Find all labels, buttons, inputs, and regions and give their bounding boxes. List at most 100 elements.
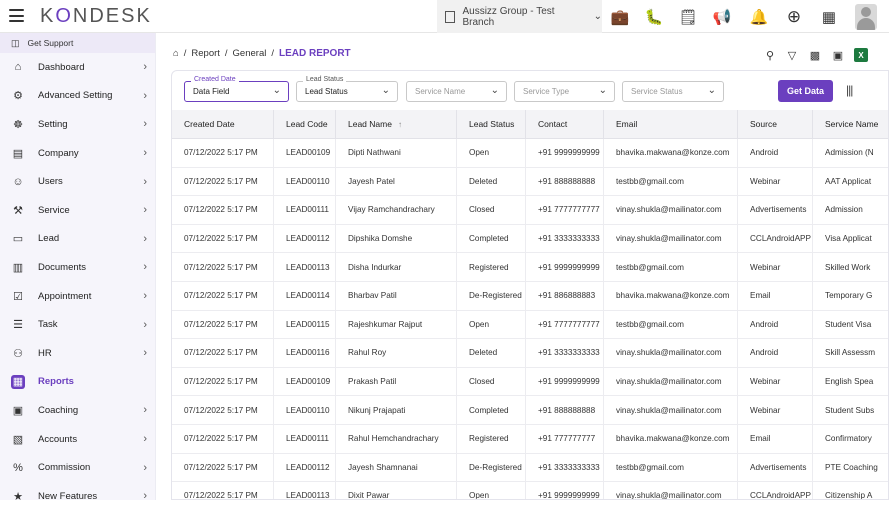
briefcase-icon[interactable]: 💼 bbox=[611, 8, 630, 26]
table-row[interactable]: 07/12/2022 5:17 PM LEAD00114 Bharbav Patil… bbox=[172, 281, 888, 311]
table-row[interactable]: 07/12/2022 5:17 PM LEAD00109 Dipti Nathwan… bbox=[172, 139, 888, 168]
table-row[interactable]: 07/12/2022 5:17 PM LEAD00113 Disha Indurka… bbox=[172, 253, 888, 282]
table-cell: CCLAndroidAPP bbox=[738, 482, 813, 499]
chevron-right-icon: › bbox=[143, 433, 147, 446]
table-cell: Student Subs bbox=[825, 405, 875, 415]
sidebar-item-reports[interactable]: ▦ Reports bbox=[0, 368, 155, 397]
table-cell: +91 9999999999 bbox=[526, 482, 604, 499]
sidebar-item-lead[interactable]: ▭ Lead › bbox=[0, 225, 155, 254]
apps-grid-icon[interactable]: ▦ bbox=[820, 8, 838, 26]
sidebar-item-coaching[interactable]: ▣ Coaching › bbox=[0, 396, 155, 425]
note-icon[interactable]: 🗒 bbox=[678, 8, 697, 26]
avatar[interactable] bbox=[855, 4, 877, 30]
service-type-select[interactable]: Service Type ⌄ bbox=[514, 81, 615, 102]
table-cell: Rajeshkumar Rajput bbox=[336, 310, 457, 339]
column-header[interactable]: Contact bbox=[526, 110, 604, 138]
column-header[interactable]: Lead Code bbox=[274, 110, 336, 138]
sidebar-item-dashboard[interactable]: ⌂ Dashboard › bbox=[0, 53, 155, 82]
star-icon: ★ bbox=[13, 490, 23, 503]
table-cell: LEAD00111 bbox=[274, 196, 336, 224]
bug-icon[interactable]: 🐛 bbox=[645, 8, 664, 26]
column-header[interactable]: Service Name bbox=[813, 110, 888, 138]
table-cell: 07/12/2022 5:17 PM bbox=[172, 139, 274, 167]
column-header[interactable]: Source bbox=[738, 110, 813, 138]
sidebar-item-label: Coaching bbox=[38, 404, 79, 416]
sidebar: ◫ Get Support ⌂ Dashboard › ⚙ Advanced Setti… bbox=[0, 33, 156, 503]
search-icon[interactable]: ⚲ bbox=[763, 48, 777, 62]
table-cell: Open bbox=[457, 139, 526, 167]
bar-chart-icon[interactable]: ▩ bbox=[808, 48, 822, 62]
sidebar-item-appointment[interactable]: ☑ Appointment › bbox=[0, 282, 155, 311]
table-cell: Skill Assessm bbox=[825, 348, 876, 358]
logo[interactable]: KONDESK bbox=[40, 5, 152, 28]
sidebar-item-commission[interactable]: % Commission › bbox=[0, 453, 155, 482]
table-cell: De-Registered bbox=[457, 453, 526, 482]
sidebar-item-documents[interactable]: ▥ Documents › bbox=[0, 253, 155, 282]
home-icon[interactable]: ⌂ bbox=[173, 48, 179, 59]
table-row[interactable]: 07/12/2022 5:17 PM LEAD00112 Jayesh Shamna… bbox=[172, 453, 888, 483]
sort-asc-icon[interactable]: ↑ bbox=[398, 120, 402, 129]
table-cell: Android bbox=[738, 139, 813, 167]
table-cell: 07/12/2022 5:17 PM bbox=[172, 281, 274, 310]
column-header[interactable]: Lead Name ↑ bbox=[336, 110, 457, 138]
coaching-icon: ▣ bbox=[12, 404, 24, 417]
table-cell: 07/12/2022 5:17 PM bbox=[172, 196, 274, 224]
table-cell: LEAD00113 bbox=[274, 253, 336, 281]
sidebar-item-accounts[interactable]: ▧ Accounts › bbox=[0, 425, 155, 454]
table-row[interactable]: 07/12/2022 5:17 PM LEAD00112 Dipshika Doms… bbox=[172, 224, 888, 254]
sidebar-item-users[interactable]: ☺ Users › bbox=[0, 167, 155, 196]
table-row[interactable]: 07/12/2022 5:17 PM LEAD00110 Nikunj Prajap… bbox=[172, 396, 888, 425]
chevron-right-icon: › bbox=[143, 175, 147, 188]
column-header[interactable]: Created Date bbox=[172, 110, 274, 138]
sidebar-item-label: Accounts bbox=[38, 433, 78, 445]
table-row[interactable]: 07/12/2022 5:17 PM LEAD00109 Prakash Patil… bbox=[172, 367, 888, 397]
sidebar-item-hr[interactable]: ⚇ HR › bbox=[0, 339, 155, 368]
calendar-icon[interactable]: ▣ bbox=[831, 48, 845, 62]
table-row[interactable]: 07/12/2022 5:17 PM LEAD00111 Vijay Ramchan… bbox=[172, 196, 888, 225]
sidebar-item-setting[interactable]: ☸ Setting › bbox=[0, 110, 155, 139]
bell-icon[interactable]: 🔔 bbox=[750, 8, 769, 26]
table-cell: Android bbox=[738, 339, 813, 367]
service-status-select[interactable]: Service Status ⌄ bbox=[622, 81, 724, 102]
chevron-down-icon: ⌄ bbox=[707, 85, 716, 96]
hamburger-menu-icon[interactable] bbox=[9, 9, 24, 22]
table-cell: +91 7777777777 bbox=[526, 310, 604, 339]
columns-icon[interactable]: ||| bbox=[846, 83, 853, 97]
table-row[interactable]: 07/12/2022 5:17 PM LEAD00110 Jayesh Patel D… bbox=[172, 167, 888, 197]
table-cell: Advertisements bbox=[738, 196, 813, 224]
sidebar-item-advanced-setting[interactable]: ⚙ Advanced Setting › bbox=[0, 82, 155, 111]
sidebar-item-task[interactable]: ☰ Task › bbox=[0, 310, 155, 339]
table-cell: Closed bbox=[457, 367, 526, 396]
table-cell: LEAD00113 bbox=[274, 482, 336, 499]
service-name-select[interactable]: Service Name ⌄ bbox=[406, 81, 507, 102]
table-cell: Skilled Work bbox=[825, 262, 871, 272]
plus-circle-icon[interactable]: ⊕ bbox=[785, 7, 803, 26]
gear-icon: ⚙ bbox=[13, 90, 23, 103]
table-header: Created Date Lead Code Lead Name ↑ Lead Stat… bbox=[172, 110, 888, 139]
get-data-button[interactable]: Get Data bbox=[778, 80, 833, 102]
get-support-link[interactable]: ◫ Get Support bbox=[0, 33, 155, 53]
breadcrumb-report[interactable]: Report bbox=[191, 48, 220, 59]
column-header[interactable]: Email bbox=[604, 110, 738, 138]
table-cell: Registered bbox=[457, 424, 526, 453]
table-row[interactable]: 07/12/2022 5:17 PM LEAD00111 Rahul Hemchan… bbox=[172, 424, 888, 454]
sidebar-item-service[interactable]: ⚒ Service › bbox=[0, 196, 155, 225]
table-row[interactable]: 07/12/2022 5:17 PM LEAD00113 Dixit Pawar Op… bbox=[172, 482, 888, 499]
created-date-select[interactable]: Created Date Data Field ⌄ bbox=[184, 76, 289, 102]
excel-export-icon[interactable]: X bbox=[854, 48, 868, 62]
table-cell: 07/12/2022 5:17 PM bbox=[172, 224, 274, 253]
megaphone-icon[interactable]: 📢 bbox=[713, 8, 732, 26]
table-row[interactable]: 07/12/2022 5:17 PM LEAD00116 Rahul Roy Dele… bbox=[172, 339, 888, 368]
table-cell: Nikunj Prajapati bbox=[336, 396, 457, 424]
filter-icon[interactable]: ▽ bbox=[785, 48, 799, 62]
lead-status-select[interactable]: Lead Status Lead Status ⌄ bbox=[296, 76, 398, 102]
breadcrumb-general[interactable]: General bbox=[233, 48, 267, 59]
sidebar-item-new-features[interactable]: ★ New Features › bbox=[0, 482, 155, 511]
sidebar-item-label: Commission bbox=[38, 462, 91, 474]
table-cell: Disha Indurkar bbox=[336, 253, 457, 281]
branch-selector[interactable]: Aussizz Group - Test Branch ⌄ bbox=[437, 0, 602, 33]
sidebar-item-company[interactable]: ▤ Company › bbox=[0, 139, 155, 168]
table-row[interactable]: 07/12/2022 5:17 PM LEAD00115 Rajeshkumar R… bbox=[172, 310, 888, 340]
table-cell: 07/12/2022 5:17 PM bbox=[172, 482, 274, 499]
column-header[interactable]: Lead Status bbox=[457, 110, 526, 138]
